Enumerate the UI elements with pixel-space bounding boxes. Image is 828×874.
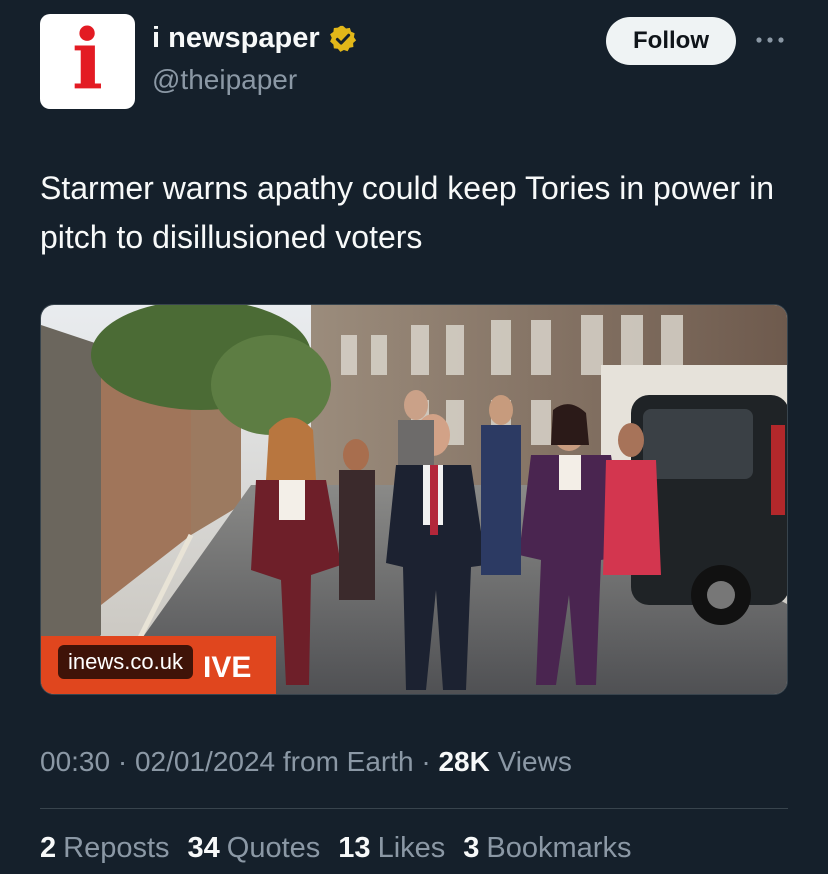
quotes-label: Quotes (226, 832, 321, 864)
bookmarks-count: 3 (463, 832, 480, 864)
reposts-count: 2 (40, 832, 57, 864)
likes-label: Likes (377, 832, 446, 864)
engagement-stats: 2 Reposts 34 Quotes 13 Likes 3 Bookmarks (40, 832, 631, 865)
tweet-time[interactable]: 00:30 (40, 746, 110, 777)
likes-count: 13 (338, 832, 371, 864)
quotes-count: 34 (187, 832, 220, 864)
account-avatar[interactable]: i (40, 14, 135, 109)
link-domain-chip[interactable]: inews.co.uk (58, 645, 193, 679)
tweet-source: from Earth (282, 746, 414, 777)
reposts-label: Reposts (63, 832, 170, 864)
meta-separator: · (117, 746, 128, 777)
i-newspaper-logo: i (71, 14, 104, 108)
account-display-name[interactable]: i newspaper (152, 22, 358, 55)
exclusive-banner-text: IVE (203, 651, 251, 684)
reposts-stat[interactable]: 2 Reposts (40, 832, 170, 865)
account-handle[interactable]: @theipaper (152, 64, 297, 96)
quotes-stat[interactable]: 34 Quotes (188, 832, 321, 865)
meta-separator: · (421, 746, 431, 777)
display-name-text: i newspaper (152, 22, 320, 54)
likes-stat[interactable]: 13 Likes (338, 832, 445, 865)
views-label: Views (497, 746, 572, 777)
tweet-metadata: 00:30 · 02/01/2024 from Earth · 28K View… (40, 746, 572, 778)
bookmarks-label: Bookmarks (486, 832, 632, 864)
tweet-date[interactable]: 02/01/2024 (135, 746, 275, 777)
tweet-media-photo[interactable]: IVE (40, 304, 788, 695)
bookmarks-stat[interactable]: 3 Bookmarks (463, 832, 631, 865)
divider (40, 808, 788, 809)
views-count: 28K (438, 746, 490, 777)
tweet-text: Starmer warns apathy could keep Tories i… (40, 170, 774, 255)
more-horizontal-icon[interactable] (754, 28, 786, 52)
follow-button[interactable]: Follow (606, 17, 736, 65)
verified-badge-icon (329, 25, 356, 52)
street-photo-illustration: IVE (41, 305, 787, 694)
